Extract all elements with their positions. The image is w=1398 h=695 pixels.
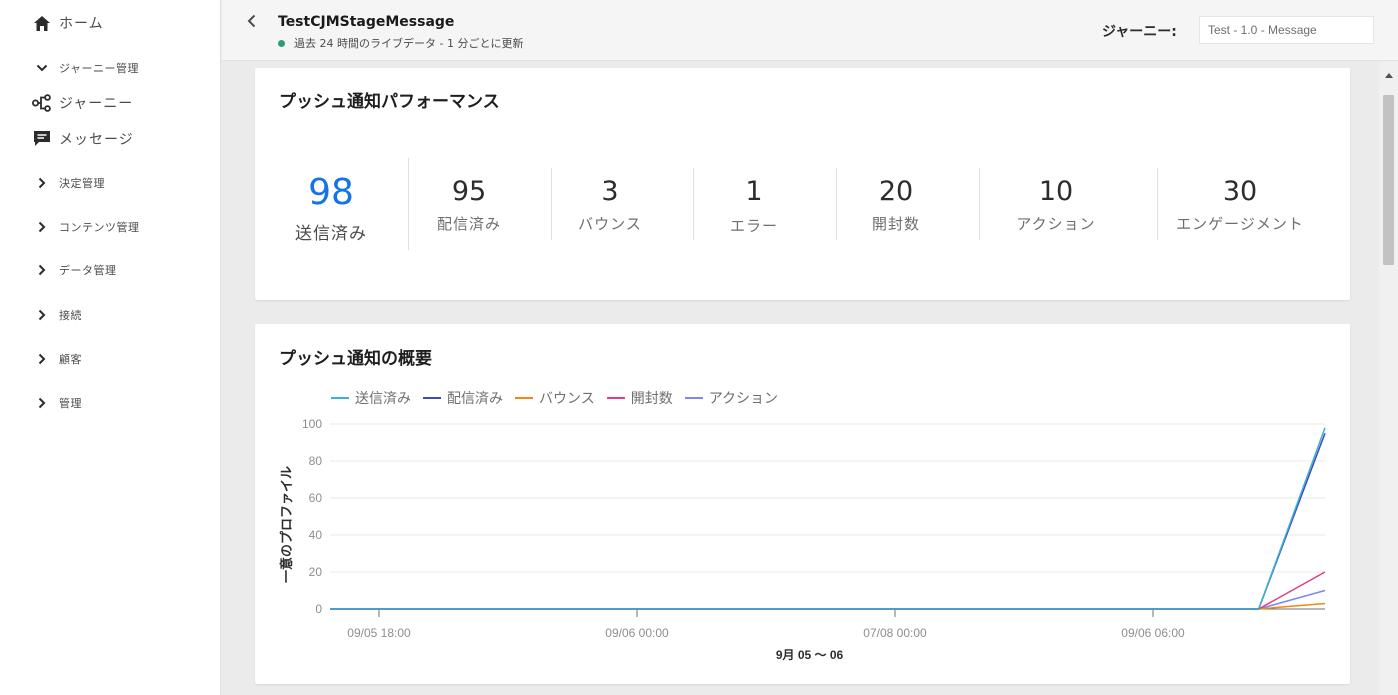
sidebar-item-content-management[interactable]: コンテンツ管理 <box>32 217 140 237</box>
series-line <box>330 602 1326 610</box>
metric-value: 98 <box>308 172 354 213</box>
x-tick-label: 09/05 18:00 <box>347 626 411 640</box>
sidebar-item-label: ジャーニー管理 <box>59 62 139 75</box>
sidebar: ホーム ジャーニー管理 ジャーニー メッセージ 決定管理 コンテンツ管理 データ… <box>0 0 221 695</box>
sidebar-item-label: 管理 <box>59 397 82 410</box>
sidebar-item-messages[interactable]: メッセージ <box>32 129 134 149</box>
push-overview-card: プッシュ通知の概要 送信済み 配信済み バウンス 開封数 アクション 0 20 40… <box>255 324 1350 684</box>
sidebar-item-journeys[interactable]: ジャーニー <box>32 93 133 113</box>
y-tick-label: 0 <box>315 602 322 616</box>
chevron-right-icon <box>32 305 52 325</box>
divider <box>1157 168 1158 240</box>
overview-line-chart: 0 20 40 60 80 100 09/05 18:00 09/06 00:00 07/08 … <box>279 417 1326 662</box>
metric-label: バウンス <box>578 215 642 233</box>
y-tick-label: 60 <box>309 491 323 505</box>
journey-field[interactable]: Test - 1.0 - Message <box>1199 16 1374 44</box>
main-scrollbar[interactable] <box>1379 61 1398 695</box>
metric-value: 1 <box>745 176 763 207</box>
sidebar-item-label: 接続 <box>59 309 82 322</box>
push-performance-card: プッシュ通知パフォーマンス 98 送信済み 95 配信済み 3 バウンス 1 エ… <box>255 68 1350 300</box>
metric-value: 3 <box>601 176 619 207</box>
status-dot <box>278 39 285 47</box>
series-line <box>330 432 1326 610</box>
metric-label: 送信済み <box>295 224 367 244</box>
page-title: TestCJMStageMessage <box>278 14 455 30</box>
metric-label: 配信済み <box>436 215 501 233</box>
card-title: プッシュ通知パフォーマンス <box>279 92 500 112</box>
divider <box>551 168 552 240</box>
metric-engagement: 30 エンゲージメント <box>1165 176 1315 234</box>
chevron-right-icon <box>32 393 52 413</box>
divider <box>836 168 837 240</box>
chevron-down-icon <box>32 58 52 78</box>
sidebar-item-label: メッセージ <box>59 132 134 148</box>
sidebar-item-label: コンテンツ管理 <box>59 221 140 234</box>
x-tick-label: 07/08 00:00 <box>863 626 927 640</box>
x-tick-label: 09/06 00:00 <box>605 626 669 640</box>
sidebar-item-label: データ管理 <box>59 264 117 277</box>
metric-value: 30 <box>1222 176 1258 207</box>
sidebar-item-customers[interactable]: 顧客 <box>32 349 82 369</box>
divider <box>408 158 409 250</box>
scroll-up-button[interactable] <box>1379 63 1398 81</box>
sidebar-item-journey-management[interactable]: ジャーニー管理 <box>32 58 139 78</box>
y-tick-label: 40 <box>309 528 323 542</box>
metric-opens: 20 開封数 <box>841 176 951 234</box>
chevron-left-icon <box>247 13 256 32</box>
metric-label: エンゲージメント <box>1176 215 1304 233</box>
scroll-thumb[interactable] <box>1383 95 1394 265</box>
sidebar-item-data-management[interactable]: データ管理 <box>32 260 117 280</box>
chevron-right-icon <box>32 217 52 237</box>
sidebar-item-connections[interactable]: 接続 <box>32 305 82 325</box>
sidebar-item-home[interactable]: ホーム <box>32 13 104 33</box>
journey-label: ジャーニー: <box>1102 24 1177 40</box>
y-axis-label: 一意のプロファイル <box>279 466 295 583</box>
chevron-right-icon <box>32 349 52 369</box>
sidebar-item-decision-management[interactable]: 決定管理 <box>32 173 105 193</box>
y-tick-label: 80 <box>309 454 323 468</box>
sidebar-item-label: ジャーニー <box>59 96 134 112</box>
metric-value: 20 <box>878 176 914 207</box>
y-tick-label: 100 <box>302 417 322 431</box>
sidebar-item-label: 決定管理 <box>59 177 105 190</box>
sidebar-item-label: ホーム <box>59 16 104 32</box>
metric-errors: 1 エラー <box>699 176 809 236</box>
metric-label: 開封数 <box>871 215 920 233</box>
divider <box>979 168 980 240</box>
series-line <box>330 589 1326 610</box>
metric-value: 95 <box>451 176 487 207</box>
series-line <box>330 571 1326 610</box>
back-button[interactable] <box>242 12 260 32</box>
metric-label: アクション <box>1016 215 1096 233</box>
live-data-status: 過去 24 時間のライブデータ - 1 分ごとに更新 <box>278 35 523 51</box>
divider <box>693 168 694 240</box>
x-tick-label: 09/06 06:00 <box>1121 626 1185 640</box>
metric-label: エラー <box>729 217 778 235</box>
journey-icon <box>32 93 52 113</box>
y-tick-label: 20 <box>309 565 323 579</box>
x-axis-label: 9月 05 ～ 06 <box>776 648 844 662</box>
metric-bounce: 3 バウンス <box>555 176 665 234</box>
metric-sent: 98 送信済み <box>275 172 387 244</box>
metric-actions: 10 アクション <box>1001 176 1111 234</box>
sidebar-item-label: 顧客 <box>59 353 82 366</box>
series-line <box>330 427 1326 610</box>
home-icon <box>32 13 52 33</box>
arrow-up-icon <box>1384 63 1393 82</box>
sidebar-item-administration[interactable]: 管理 <box>32 393 82 413</box>
metric-value: 10 <box>1038 176 1074 207</box>
chevron-right-icon <box>32 260 52 280</box>
page-header: TestCJMStageMessage 過去 24 時間のライブデータ - 1 … <box>222 0 1398 61</box>
status-text: 過去 24 時間のライブデータ - 1 分ごとに更新 <box>294 37 524 50</box>
message-icon <box>32 129 52 149</box>
metric-delivered: 95 配信済み <box>414 176 524 234</box>
chevron-right-icon <box>32 173 52 193</box>
